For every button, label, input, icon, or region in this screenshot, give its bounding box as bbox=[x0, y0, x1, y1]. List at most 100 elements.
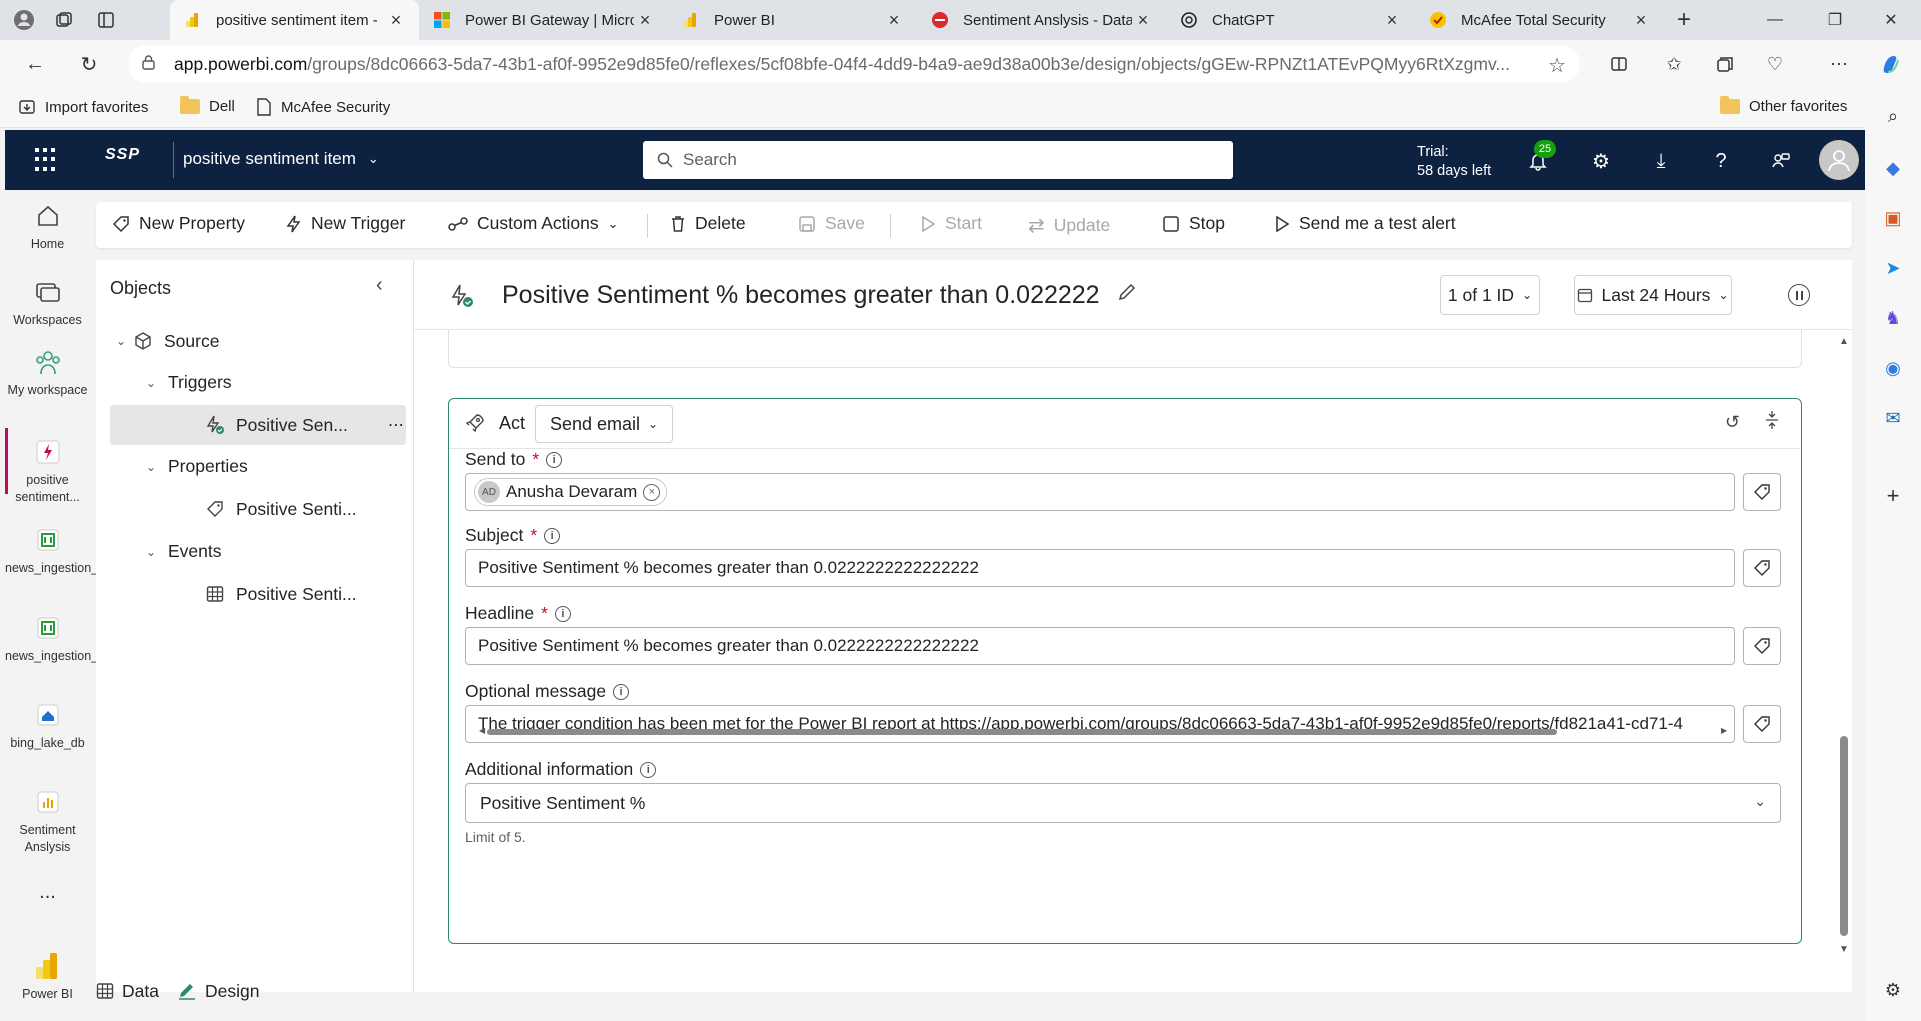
horizontal-scrollbar[interactable]: ◀ ▶ bbox=[465, 726, 1735, 736]
refresh-icon[interactable]: ↻ bbox=[74, 50, 104, 78]
new-tab-button[interactable]: + bbox=[1664, 0, 1704, 40]
nav-positive-sentiment[interactable]: positive sentiment... bbox=[5, 438, 90, 506]
chevron-down-icon[interactable]: ⌄ bbox=[140, 376, 162, 390]
close-tab-icon[interactable]: × bbox=[883, 10, 905, 31]
close-tab-icon[interactable]: × bbox=[1132, 10, 1154, 31]
dynamic-tag-button[interactable] bbox=[1743, 627, 1781, 665]
minimize-button[interactable]: — bbox=[1745, 0, 1805, 40]
custom-actions-button[interactable]: Custom Actions ⌄ bbox=[448, 213, 618, 234]
headline-field[interactable]: Positive Sentiment % becomes greater tha… bbox=[465, 627, 1735, 665]
chevron-down-icon[interactable]: ⌄ bbox=[140, 545, 162, 559]
nav-sentiment-analysis[interactable]: Sentiment Anslysis bbox=[5, 788, 90, 856]
scroll-thumb[interactable] bbox=[487, 729, 1557, 735]
shopping-tag-icon[interactable]: ◆ bbox=[1879, 154, 1907, 182]
tree-source[interactable]: ⌄ Source bbox=[110, 330, 219, 352]
close-tab-icon[interactable]: × bbox=[385, 10, 407, 31]
send-test-alert-button[interactable]: Send me a test alert bbox=[1274, 213, 1456, 234]
tree-event-item[interactable]: Positive Senti... bbox=[204, 583, 357, 605]
tree-properties[interactable]: ⌄ Properties bbox=[140, 456, 248, 477]
dynamic-tag-button[interactable] bbox=[1743, 705, 1781, 743]
stop-button[interactable]: Stop bbox=[1162, 213, 1225, 234]
sidebar-settings-icon[interactable]: ⚙ bbox=[1879, 976, 1907, 1004]
user-avatar[interactable] bbox=[1819, 140, 1859, 180]
tab-positive-sentiment[interactable]: positive sentiment item - × bbox=[170, 0, 419, 40]
time-range-dropdown[interactable]: Last 24 Hours ⌄ bbox=[1574, 275, 1732, 315]
org-logo[interactable]: SSP bbox=[105, 146, 140, 164]
settings-gear-icon[interactable]: ⚙ bbox=[1587, 147, 1615, 175]
send-to-field[interactable]: AD Anusha Devaram × bbox=[465, 473, 1735, 511]
download-icon[interactable]: ⤓ bbox=[1647, 147, 1675, 175]
dynamic-tag-button[interactable] bbox=[1743, 549, 1781, 587]
additional-info-select[interactable]: Positive Sentiment % ⌄ bbox=[465, 783, 1781, 823]
info-icon[interactable]: i bbox=[544, 527, 561, 544]
favorite-import[interactable]: Import favorites bbox=[18, 98, 148, 116]
more-menu-icon[interactable]: ⋯ bbox=[1824, 50, 1854, 78]
favorites-icon[interactable]: ✩ bbox=[1659, 50, 1689, 78]
vertical-tabs-icon[interactable] bbox=[92, 8, 120, 32]
games-icon[interactable]: ♞ bbox=[1879, 304, 1907, 332]
other-favorites[interactable]: Other favorites bbox=[1720, 96, 1847, 115]
scroll-thumb[interactable] bbox=[1840, 736, 1848, 936]
send-icon[interactable]: ➤ bbox=[1879, 254, 1907, 282]
close-tab-icon[interactable]: × bbox=[634, 10, 656, 31]
design-view-tab[interactable]: Design bbox=[177, 981, 259, 1002]
subject-field[interactable]: Positive Sentiment % becomes greater tha… bbox=[465, 549, 1735, 587]
favorite-mcafee[interactable]: McAfee Security bbox=[256, 98, 390, 116]
new-property-button[interactable]: New Property bbox=[112, 213, 245, 234]
collections-icon[interactable] bbox=[1710, 50, 1740, 78]
chevron-down-icon[interactable]: ⌄ bbox=[110, 334, 132, 348]
close-tab-icon[interactable]: × bbox=[1381, 10, 1403, 31]
action-type-dropdown[interactable]: Send email ⌄ bbox=[535, 405, 673, 443]
feedback-icon[interactable] bbox=[1767, 147, 1795, 175]
scroll-left-icon[interactable]: ◀ bbox=[479, 726, 485, 735]
tab-powerbi[interactable]: Power BI × bbox=[668, 0, 917, 40]
recipient-chip[interactable]: AD Anusha Devaram × bbox=[474, 478, 668, 506]
dynamic-tag-button[interactable] bbox=[1743, 473, 1781, 511]
favorite-dell[interactable]: Dell bbox=[180, 96, 235, 115]
close-window-button[interactable]: ✕ bbox=[1861, 0, 1921, 40]
back-icon[interactable]: ← bbox=[20, 50, 50, 78]
nav-my-workspace[interactable]: My workspace bbox=[5, 348, 90, 399]
split-screen-icon[interactable] bbox=[1604, 50, 1634, 78]
delete-button[interactable]: Delete bbox=[670, 213, 746, 234]
id-selector-dropdown[interactable]: 1 of 1 ID ⌄ bbox=[1440, 275, 1540, 315]
close-tab-icon[interactable]: × bbox=[1630, 10, 1652, 31]
scroll-right-icon[interactable]: ▶ bbox=[1721, 726, 1727, 735]
heart-pulse-icon[interactable]: ♡ bbox=[1760, 50, 1790, 78]
nav-more[interactable]: ... bbox=[5, 882, 90, 902]
optional-message-field[interactable]: The trigger condition has been met for t… bbox=[465, 705, 1735, 743]
nav-powerbi[interactable]: Power BI bbox=[5, 952, 90, 1003]
nav-news-ingestion-2[interactable]: news_ingestion_pipeline bbox=[5, 614, 141, 665]
nav-bing-lake-db[interactable]: bing_lake_db bbox=[5, 701, 90, 752]
tree-triggers[interactable]: ⌄ Triggers bbox=[140, 372, 232, 393]
add-sidebar-icon[interactable]: + bbox=[1879, 482, 1907, 510]
edit-pencil-icon[interactable] bbox=[1116, 281, 1138, 310]
tab-mcafee[interactable]: McAfee Total Security × bbox=[1415, 0, 1664, 40]
collapse-card-icon[interactable] bbox=[1764, 410, 1780, 435]
save-button[interactable]: Save bbox=[798, 213, 865, 234]
info-icon[interactable]: i bbox=[546, 451, 563, 468]
help-icon[interactable]: ? bbox=[1707, 147, 1735, 175]
tree-trigger-item[interactable]: Positive Sen... ⋯ bbox=[204, 414, 404, 436]
info-icon[interactable]: i bbox=[554, 605, 571, 622]
tools-icon[interactable]: ▣ bbox=[1879, 204, 1907, 232]
search-input[interactable]: Search bbox=[643, 141, 1233, 179]
app-launcher-icon[interactable] bbox=[35, 148, 59, 172]
tab-powerbi-gateway[interactable]: Power BI Gateway | Micro × bbox=[419, 0, 668, 40]
tree-property-item[interactable]: Positive Senti... bbox=[204, 498, 357, 520]
collapse-pane-icon[interactable]: ‹ bbox=[376, 274, 383, 297]
vertical-scrollbar[interactable]: ▲ ▼ bbox=[1838, 336, 1850, 956]
scroll-up-icon[interactable]: ▲ bbox=[1839, 336, 1849, 347]
favorite-star-icon[interactable]: ☆ bbox=[1548, 53, 1566, 78]
outlook-icon[interactable]: ✉ bbox=[1879, 404, 1907, 432]
reset-icon[interactable]: ↺ bbox=[1725, 412, 1740, 433]
tree-events[interactable]: ⌄ Events bbox=[140, 541, 222, 562]
workspace-title[interactable]: positive sentiment item ⌄ bbox=[183, 149, 379, 169]
more-options-icon[interactable]: ⋯ bbox=[388, 415, 404, 435]
nav-workspaces[interactable]: Workspaces bbox=[5, 278, 90, 329]
chevron-down-icon[interactable]: ⌄ bbox=[140, 460, 162, 474]
copilot-icon[interactable] bbox=[1876, 50, 1906, 78]
update-button[interactable]: ⇄ Update bbox=[1028, 213, 1110, 238]
new-trigger-button[interactable]: New Trigger bbox=[286, 213, 405, 234]
nav-home[interactable]: Home bbox=[5, 202, 90, 253]
